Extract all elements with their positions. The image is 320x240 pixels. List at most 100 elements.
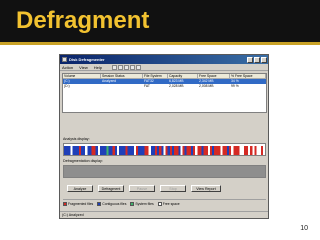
analysis-stripe-contiguous [212,146,215,155]
analysis-stripe-free [220,146,223,155]
analysis-stripe-fragmented [78,146,82,155]
analysis-stripe-free [116,146,120,155]
analysis-stripe-contiguous [87,146,90,155]
cell-volume: (D:) [64,84,70,88]
analysis-stripe-contiguous [178,146,181,155]
window-title-bar[interactable]: Disk Defragmenter [60,55,268,64]
analysis-stripe-fragmented [176,146,179,155]
table-row[interactable]: (D:) FAT 2,028 MB 2,008 MB 99 % [63,84,266,89]
volume-list: Volume Session Status File System Capaci… [62,73,267,113]
analysis-stripe-fragmented [197,146,200,155]
analysis-stripe-contiguous [114,146,118,155]
close-button[interactable] [261,56,267,63]
legend-label: System files [135,202,154,206]
analysis-stripe-contiguous [201,146,204,155]
show-hide-tree-icon[interactable] [123,64,129,70]
back-icon[interactable] [111,64,117,70]
cell-free-space: 2,008 MB [199,84,214,88]
analysis-stripe-fragmented [260,146,264,155]
analysis-stripe-contiguous [142,146,145,155]
analysis-stripe-contiguous [129,146,132,155]
analysis-stripe-contiguous [64,146,67,155]
analysis-stripe-contiguous [108,146,111,155]
col-file-system[interactable]: File System [143,74,168,78]
analysis-stripe-free [133,146,137,155]
system-swatch [130,202,135,206]
menu-action[interactable]: Action [62,65,73,70]
analysis-stripe-fragmented [203,146,206,155]
analysis-stripe-free [207,146,211,155]
analysis-stripe-fragmented [209,146,213,155]
legend-label: Free space [162,202,180,206]
analysis-stripe-fragmented [165,146,168,155]
forward-icon[interactable] [117,64,123,70]
disk-defragmenter-window: Disk Defragmenter Action View Help Volum… [59,54,269,219]
analysis-stripe-fragmented [159,146,162,155]
analysis-stripe-fragmented [135,146,139,155]
analysis-stripe-free [241,146,245,155]
col-percent-free[interactable]: % Free Space [230,74,266,78]
analysis-stripe-fragmented [186,146,190,155]
defragment-button[interactable]: Defragment [98,185,124,192]
analysis-stripe-fragmented [193,146,196,155]
col-capacity[interactable]: Capacity [168,74,198,78]
analysis-stripe-contiguous [66,146,69,155]
view-report-button[interactable]: View Report [191,185,221,192]
properties-icon[interactable] [129,64,135,70]
legend-item-fragmented: Fragmented files [63,202,93,206]
maximize-button[interactable] [254,56,260,63]
menu-help[interactable]: Help [94,65,102,70]
analysis-stripe-free [70,146,73,155]
analysis-stripe-free [258,146,261,155]
defragmentation-display-label: Defragmentation display: [63,159,103,163]
analysis-stripe-free [248,146,251,155]
analysis-stripe-contiguous [83,146,86,155]
analysis-stripe-fragmented [235,146,238,155]
status-bar: (C:) Analyzed [60,211,268,218]
help-icon[interactable] [135,64,141,70]
cell-file-system: FAT [144,84,150,88]
analysis-stripe-contiguous [161,146,164,155]
col-free-space[interactable]: Free Space [198,74,230,78]
cell-percent-free: 99 % [231,84,239,88]
minimize-button[interactable] [247,56,253,63]
analysis-stripe-fragmented [188,146,192,155]
analysis-stripe-free [231,146,234,155]
analysis-stripe-contiguous [138,146,141,155]
analysis-stripe-contiguous [76,146,80,155]
analysis-stripe-contiguous [152,146,156,155]
legend-item-system: System files [130,202,154,206]
analysis-stripe-fragmented [125,146,128,155]
app-icon [62,57,67,62]
col-volume[interactable]: Volume [63,74,101,78]
analysis-display-graph [64,146,265,155]
analysis-stripe-fragmented [169,146,173,155]
cell-capacity: 2,028 MB [169,84,184,88]
stop-button[interactable]: Stop [160,185,186,192]
window-title: Disk Defragmenter [69,57,105,62]
analysis-stripe-contiguous [190,146,194,155]
menu-bar: Action View Help [60,64,268,71]
analysis-stripe-contiguous [119,146,122,155]
analysis-stripe-contiguous [150,146,154,155]
analysis-stripe-contiguous [123,146,126,155]
menu-view[interactable]: View [79,65,88,70]
defragmentation-display [63,165,266,178]
analyze-button[interactable]: Analyze [67,185,93,192]
analysis-stripe-free [239,146,242,155]
cell-status [101,84,143,89]
legend-item-free: Free space [157,202,180,206]
analysis-stripe-free [252,146,255,155]
pause-button[interactable]: Pause [129,185,155,192]
analysis-stripe-fragmented [205,146,209,155]
col-session-status[interactable]: Session Status [101,74,143,78]
analysis-stripe-free [85,146,88,155]
analysis-stripe-fragmented [250,146,253,155]
analysis-stripe-free [180,146,183,155]
analysis-stripe-fragmented [91,146,94,155]
analysis-stripe-fragmented [243,146,247,155]
analysis-stripe-free [163,146,166,155]
contiguous-swatch [97,202,102,206]
analysis-stripe-contiguous [121,146,124,155]
analysis-stripe-contiguous [171,146,175,155]
